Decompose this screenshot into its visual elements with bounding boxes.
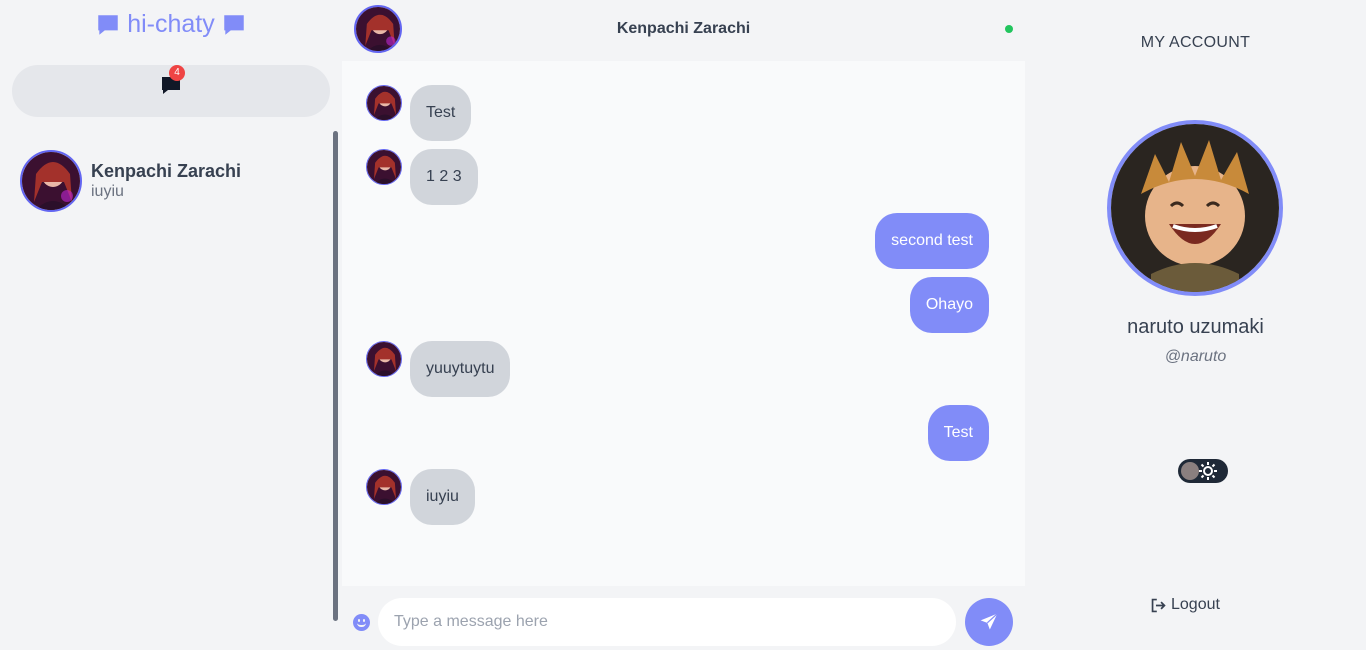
message-input[interactable] [378, 598, 956, 646]
notification-badge: 4 [169, 65, 185, 81]
contact-last-message: iuyiu [91, 183, 124, 200]
message-bubble: Ohayo [909, 277, 989, 333]
avatar [366, 469, 402, 505]
notifications-bar[interactable]: 4 [12, 65, 330, 117]
emoji-icon[interactable] [353, 614, 370, 631]
message-row-incoming: iuyiu [366, 469, 475, 525]
logout-button[interactable]: Logout [1150, 596, 1220, 614]
message-list: Test 1 2 3 second test Ohayo yuuytuytu T… [342, 61, 1025, 586]
message-row-incoming: yuuytuytu [366, 341, 511, 397]
account-title: MY ACCOUNT [1140, 34, 1251, 51]
conversation-sidebar: hi-chaty 4 Kenpachi Zarachi iuyiu [0, 0, 342, 650]
avatar[interactable] [1107, 120, 1283, 296]
avatar [366, 149, 402, 185]
online-status-indicator [1005, 25, 1013, 33]
message-row-outgoing: Ohayo [909, 277, 989, 333]
message-bubble: Test [927, 405, 989, 461]
avatar [366, 341, 402, 377]
logout-icon [1151, 598, 1166, 612]
chat-bubble-icon [224, 14, 244, 35]
contact-item[interactable]: Kenpachi Zarachi iuyiu [20, 148, 320, 214]
message-bubble: Test [410, 85, 472, 141]
chat-partner-name: Kenpachi Zarachi [616, 20, 751, 37]
brand-name: hi-chaty [127, 10, 215, 38]
toggle-knob [1181, 462, 1199, 480]
logout-label: Logout [1171, 596, 1220, 613]
message-row-outgoing: second test [875, 213, 989, 269]
send-icon [980, 613, 998, 630]
chat-bubble-icon [98, 14, 118, 35]
message-row-incoming: Test [366, 85, 472, 141]
avatar [20, 150, 82, 212]
sidebar-scrollbar[interactable] [333, 131, 338, 621]
send-button[interactable] [965, 598, 1013, 646]
message-bubble: yuuytuytu [410, 341, 511, 397]
contact-name: Kenpachi Zarachi [91, 161, 242, 181]
brand-logo: hi-chaty [0, 10, 342, 39]
account-panel: MY ACCOUNT naruto uzumaki @naruto Logout [1025, 0, 1366, 650]
message-bubble: iuyiu [410, 469, 475, 525]
theme-toggle[interactable] [1178, 459, 1228, 483]
account-display-name: naruto uzumaki [1127, 316, 1264, 338]
message-composer [342, 586, 1025, 650]
message-bubble: 1 2 3 [410, 149, 478, 205]
chat-header: Kenpachi Zarachi [342, 0, 1025, 60]
avatar [366, 85, 402, 121]
account-handle: @naruto [1164, 348, 1227, 365]
message-row-incoming: 1 2 3 [366, 149, 478, 205]
message-bubble: second test [875, 213, 989, 269]
message-row-outgoing: Test [927, 405, 989, 461]
sun-icon [1199, 462, 1217, 480]
